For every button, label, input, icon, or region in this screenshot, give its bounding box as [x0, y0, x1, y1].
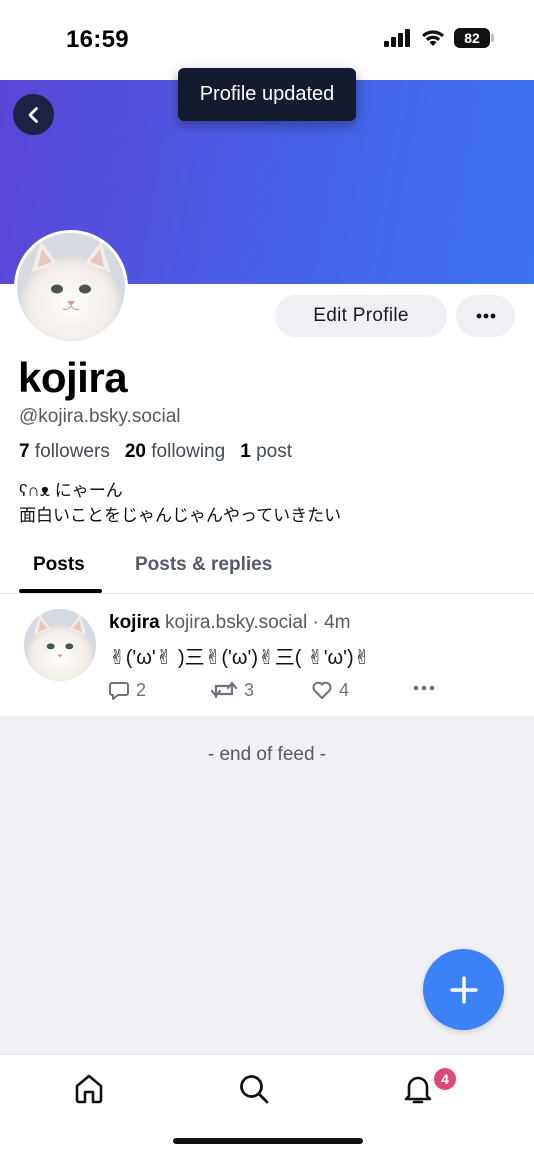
- like-count: 4: [339, 679, 350, 700]
- active-tab-indicator: [19, 589, 102, 593]
- battery-indicator: 82: [454, 28, 494, 48]
- feed-post[interactable]: kojira kojira.bsky.social · 4m ✌('ω'✌ )三…: [0, 595, 534, 716]
- post-more-button[interactable]: [413, 685, 435, 691]
- bio-line: 面白いことをじゃんじゃんやっていきたい: [19, 506, 342, 525]
- posts-count: 1: [240, 441, 251, 462]
- post-text: ✌('ω'✌ )三✌('ω')✌三( ✌'ω')✌: [109, 647, 371, 669]
- home-icon: [75, 1074, 103, 1104]
- status-time: 16:59: [66, 26, 129, 53]
- profile-handle: @kojira.bsky.social: [19, 406, 181, 427]
- status-icons: 82: [384, 28, 494, 48]
- post-header: kojira kojira.bsky.social · 4m: [109, 612, 350, 634]
- plus-icon: [449, 975, 478, 1004]
- notifications-badge: 4: [434, 1068, 456, 1090]
- tab-posts-and-replies[interactable]: Posts & replies: [135, 554, 272, 576]
- followers-count: 7: [19, 441, 30, 462]
- cat-avatar-image: [17, 233, 125, 341]
- post-handle[interactable]: kojira.bsky.social: [165, 612, 307, 633]
- repost-button[interactable]: 3: [210, 679, 254, 701]
- battery-level: 82: [464, 30, 480, 46]
- search-icon: [240, 1075, 269, 1104]
- repost-count: 3: [244, 679, 255, 700]
- home-indicator: [173, 1138, 363, 1144]
- nav-search[interactable]: [234, 1069, 274, 1109]
- signal-icon: [384, 29, 410, 47]
- reply-button[interactable]: 2: [108, 679, 146, 701]
- wifi-icon: [422, 30, 444, 46]
- bio-line: ʕ∩ᴥ にゃーん: [19, 481, 123, 500]
- cat-avatar-image: [24, 609, 96, 681]
- profile-tabs: Posts Posts & replies: [0, 540, 534, 594]
- end-of-feed-label: - end of feed -: [207, 744, 327, 765]
- post-time: · 4m: [312, 612, 351, 633]
- profile-bio: ʕ∩ᴥ にゃーん 面白いことをじゃんじゃんやっていきたい: [19, 478, 341, 528]
- heart-icon: [312, 681, 332, 699]
- ellipsis-icon: [413, 685, 435, 691]
- back-button[interactable]: [13, 94, 54, 135]
- posts-label: post: [256, 441, 292, 462]
- like-button[interactable]: 4: [311, 679, 349, 701]
- edit-profile-button[interactable]: Edit Profile: [275, 295, 447, 337]
- following-stat[interactable]: 20 following: [125, 441, 225, 463]
- display-name: kojira: [18, 354, 128, 401]
- profile-stats: 7 followers 20 following 1 post: [19, 441, 292, 463]
- post-author[interactable]: kojira: [109, 612, 160, 633]
- following-label: following: [151, 441, 226, 462]
- posts-stat: 1 post: [240, 441, 292, 463]
- bell-icon: [404, 1076, 432, 1104]
- post-avatar[interactable]: [24, 609, 96, 681]
- tab-posts[interactable]: Posts: [33, 554, 85, 576]
- following-count: 20: [124, 441, 146, 462]
- reply-icon: [109, 682, 129, 700]
- repost-icon: [210, 681, 238, 699]
- post-actions: 2 3 4: [108, 679, 448, 703]
- chevron-left-icon: [28, 106, 38, 123]
- more-options-button[interactable]: [456, 295, 515, 337]
- ellipsis-icon: [476, 313, 495, 319]
- followers-stat[interactable]: 7 followers: [19, 441, 110, 463]
- followers-label: followers: [34, 441, 110, 462]
- nav-home[interactable]: [69, 1069, 109, 1109]
- toast-message: Profile updated: [178, 68, 356, 121]
- compose-post-button[interactable]: [423, 949, 504, 1030]
- avatar[interactable]: [14, 230, 128, 344]
- reply-count: 2: [136, 679, 147, 700]
- nav-notifications[interactable]: [398, 1069, 438, 1109]
